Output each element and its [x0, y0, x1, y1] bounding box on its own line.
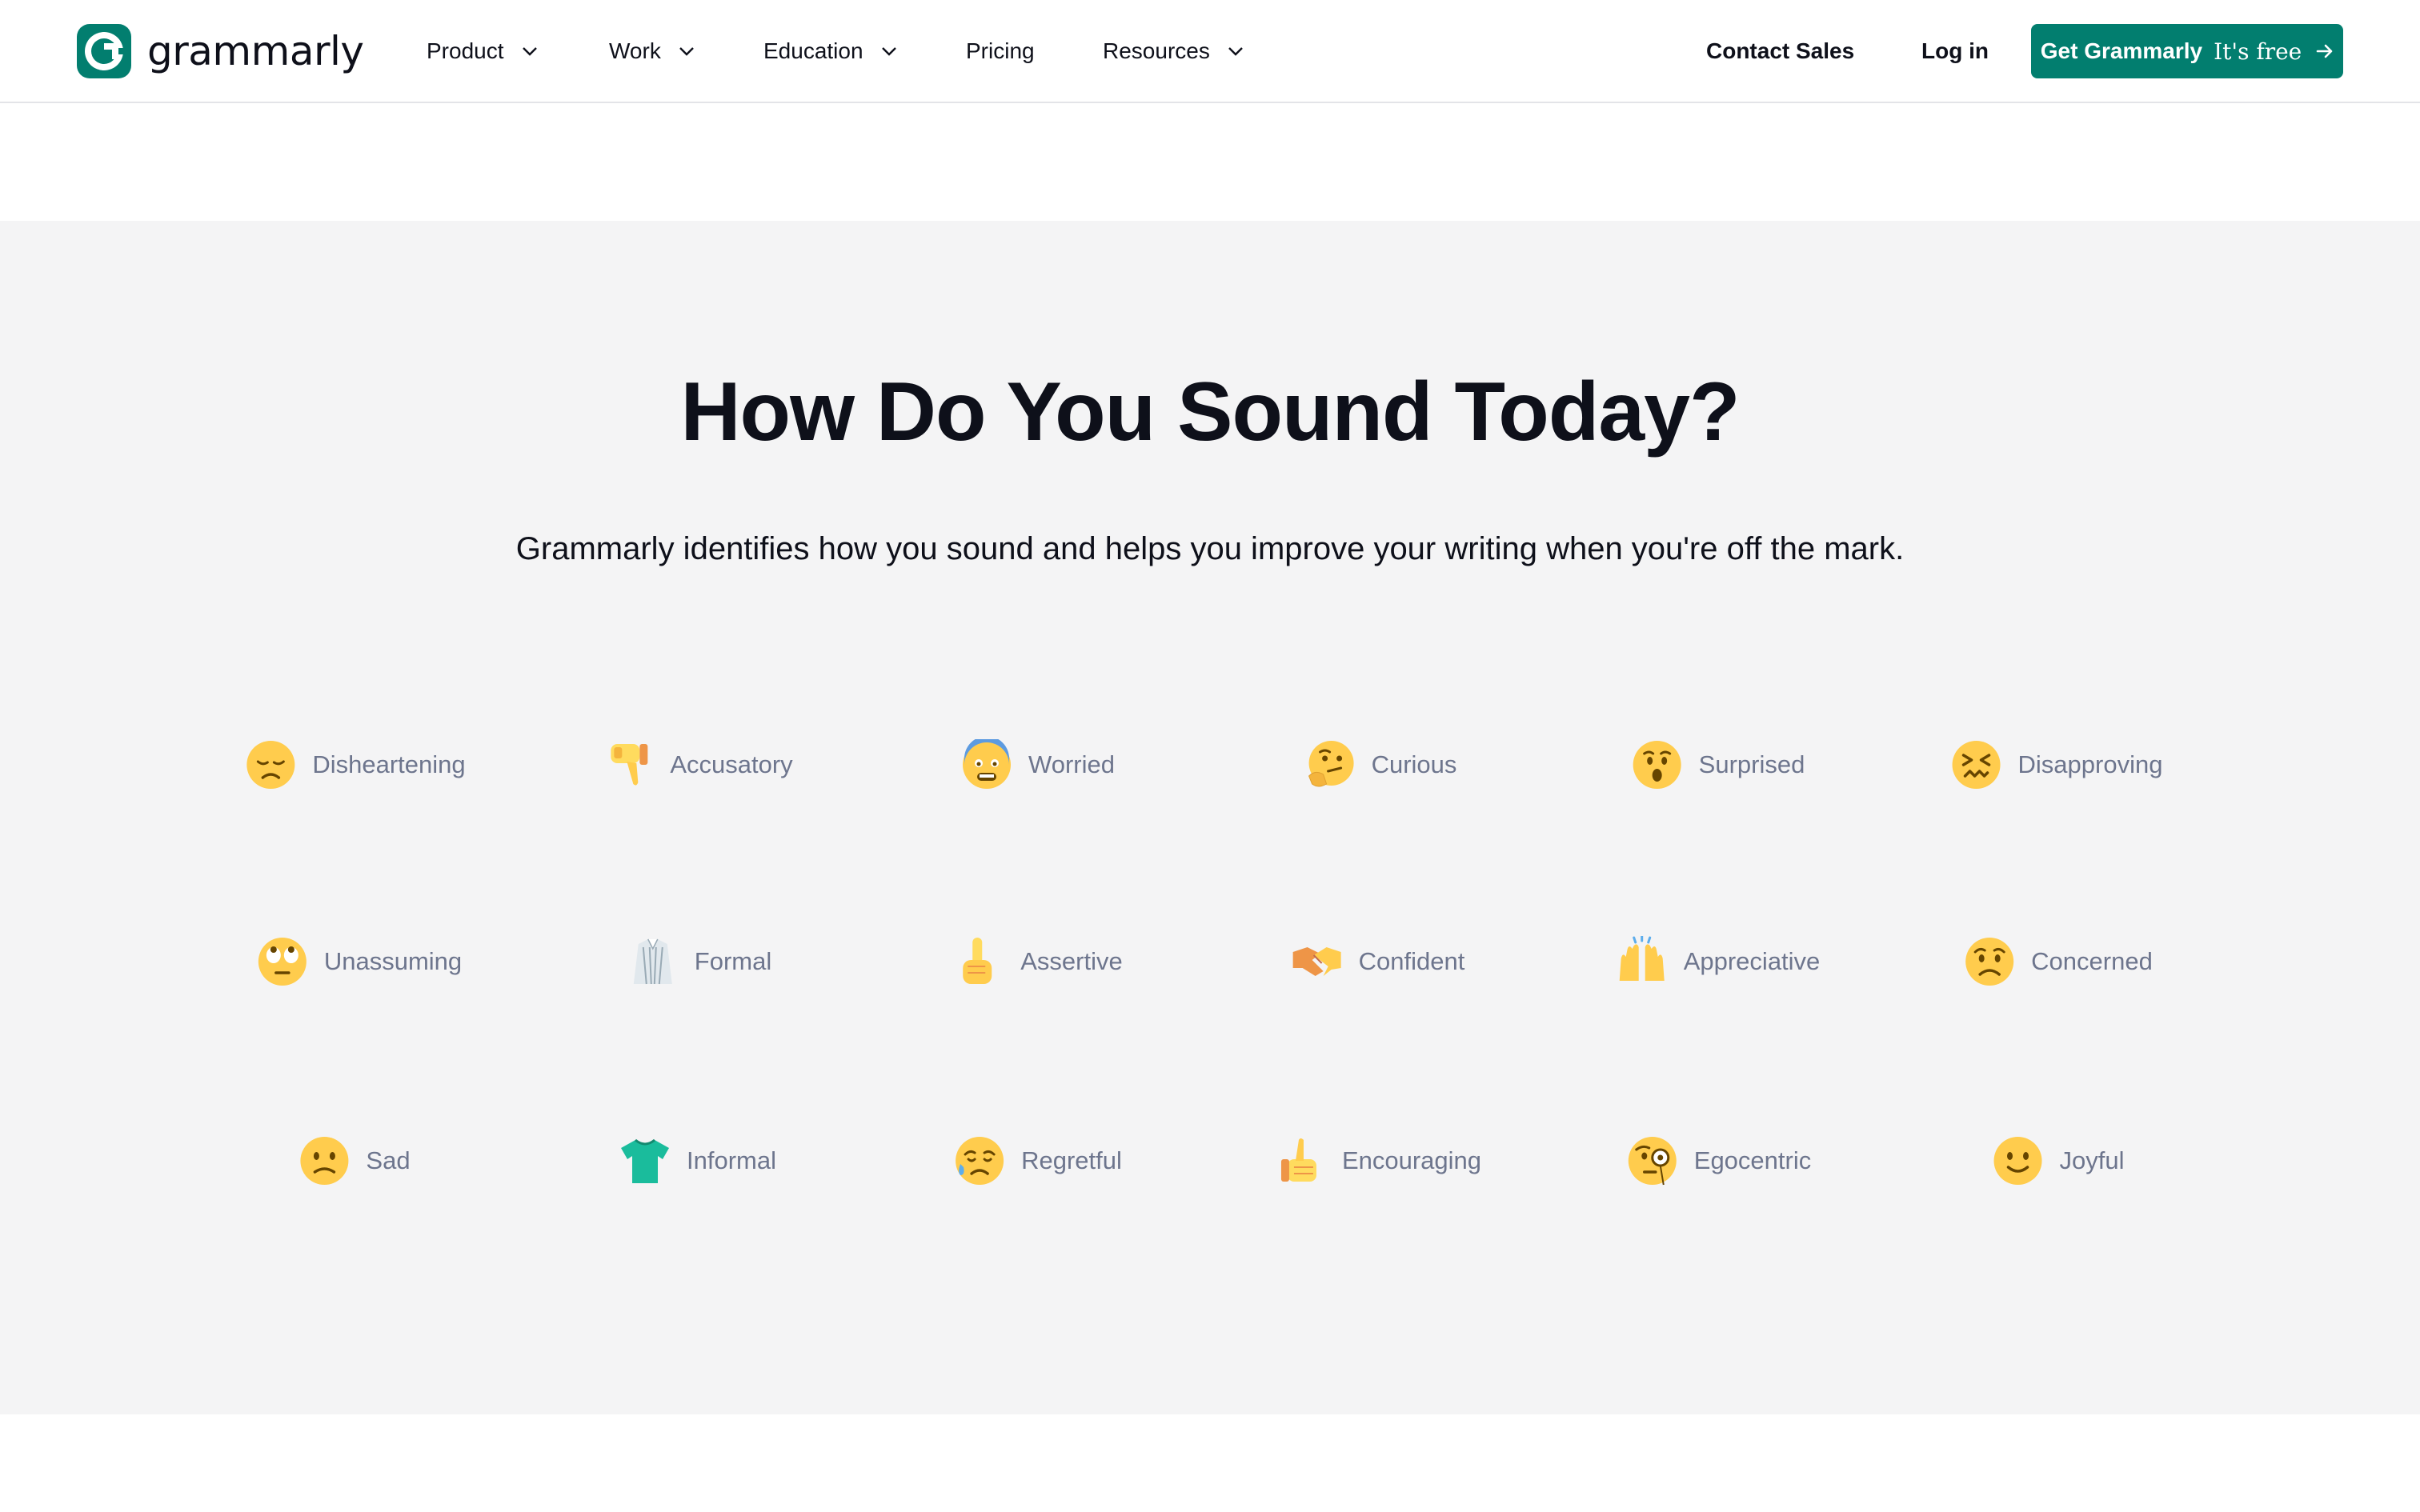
tone-item-confident: Confident: [1292, 934, 1465, 990]
rolling-eyes-face-icon: [258, 938, 307, 986]
nav-work[interactable]: Work: [609, 34, 695, 69]
face-with-monocle-icon: [1628, 1137, 1677, 1186]
top-navigation-bar: grammarly Product Work Education Pricing…: [0, 0, 2420, 103]
tone-item-unassuming: Unassuming: [257, 934, 462, 990]
tone-item-encouraging: Encouraging: [1275, 1133, 1481, 1189]
tone-label: Worried: [1028, 750, 1115, 778]
thinking-face-icon: [1308, 741, 1354, 787]
confounded-face-icon: [1952, 741, 2001, 789]
nav-pricing-label: Pricing: [966, 38, 1035, 63]
tone-item-joyful: Joyful: [1993, 1133, 2125, 1189]
nav-education-label: Education: [763, 38, 863, 63]
tone-label: Appreciative: [1683, 947, 1821, 975]
tone-item-accusatory: Accusatory: [603, 737, 793, 793]
arrow-right-icon: [2316, 44, 2333, 58]
index-pointing-up-icon: [963, 938, 992, 984]
contact-sales-link[interactable]: Contact Sales: [1706, 34, 1854, 69]
tone-item-egocentric: Egocentric: [1627, 1133, 1811, 1189]
nav-resources-label: Resources: [1103, 38, 1210, 63]
tone-item-assertive: Assertive: [953, 934, 1123, 990]
tone-item-curious: Curious: [1304, 737, 1457, 793]
grammarly-logo[interactable]: grammarly: [77, 24, 364, 78]
tone-item-sad: Sad: [298, 1133, 411, 1189]
nav-resources[interactable]: Resources: [1103, 34, 1244, 69]
tone-detector-section: How Do You Sound Today? Grammarly identi…: [0, 221, 2420, 1414]
tone-label: Disapproving: [2017, 750, 2163, 778]
tone-item-informal: Informal: [619, 1133, 776, 1189]
tone-item-disapproving: Disapproving: [1951, 737, 2163, 793]
tone-label: Sad: [366, 1146, 411, 1174]
nav-product-label: Product: [427, 38, 504, 63]
cta-main-label: Get Grammarly: [2040, 38, 2203, 63]
tone-label: Accusatory: [670, 750, 793, 778]
chevron-down-icon: [1228, 47, 1243, 56]
section-title: How Do You Sound Today?: [680, 366, 1740, 458]
tone-label: Disheartening: [312, 750, 466, 778]
nav-product[interactable]: Product: [427, 34, 538, 69]
logo-wordmark: grammarly: [147, 28, 364, 74]
slightly-frowning-face-icon: [300, 1137, 349, 1185]
tone-item-surprised: Surprised: [1632, 737, 1805, 793]
nav-work-label: Work: [609, 38, 661, 63]
nav-education[interactable]: Education: [763, 34, 897, 69]
tone-item-worried: Worried: [961, 737, 1115, 793]
chevron-down-icon: [679, 47, 694, 56]
t-shirt-icon: [621, 1138, 670, 1183]
log-in-link[interactable]: Log in: [1921, 34, 1989, 69]
tone-item-concerned: Concerned: [1964, 934, 2153, 990]
tone-label: Joyful: [2059, 1146, 2125, 1174]
tone-label: Informal: [687, 1146, 776, 1174]
tone-label: Concerned: [2031, 947, 2153, 975]
tone-label: Confident: [1358, 947, 1465, 975]
dress-shirt-icon: [633, 938, 672, 985]
tone-label: Encouraging: [1341, 1146, 1482, 1174]
hushed-face-icon: [1633, 741, 1681, 789]
tone-label: Curious: [1371, 750, 1457, 778]
tone-label: Formal: [694, 947, 772, 975]
slightly-smiling-face-icon: [1993, 1137, 2042, 1185]
tone-item-disheartening: Disheartening: [245, 737, 466, 793]
tone-label: Egocentric: [1693, 1146, 1812, 1174]
handshake-icon: [1292, 947, 1341, 976]
grammarly-logo-icon: [77, 24, 131, 78]
anxious-face-icon: [963, 739, 1012, 789]
worried-face-icon: [1965, 938, 2014, 986]
thumbs-down-icon: [611, 744, 648, 786]
section-subtitle: Grammarly identifies how you sound and h…: [515, 531, 1905, 566]
chevron-down-icon: [881, 47, 896, 56]
tone-label: Regretful: [1021, 1146, 1122, 1174]
disappointed-face-icon: [246, 741, 295, 789]
raising-hands-icon: [1619, 936, 1665, 981]
tone-item-formal: Formal: [627, 934, 771, 990]
nav-pricing[interactable]: Pricing: [966, 34, 1035, 69]
tone-label: Surprised: [1698, 750, 1805, 778]
thumbs-up-icon: [1280, 1138, 1316, 1182]
cta-sub-label: It's free: [2214, 38, 2302, 65]
get-grammarly-button[interactable]: Get Grammarly It's free: [2031, 24, 2343, 78]
tone-label: Unassuming: [323, 947, 463, 975]
tone-label: Assertive: [1020, 947, 1123, 975]
sad-but-relieved-face-icon: [956, 1137, 1004, 1185]
chevron-down-icon: [522, 47, 537, 56]
tone-item-regretful: Regretful: [954, 1133, 1122, 1189]
tone-item-appreciative: Appreciative: [1617, 934, 1821, 990]
